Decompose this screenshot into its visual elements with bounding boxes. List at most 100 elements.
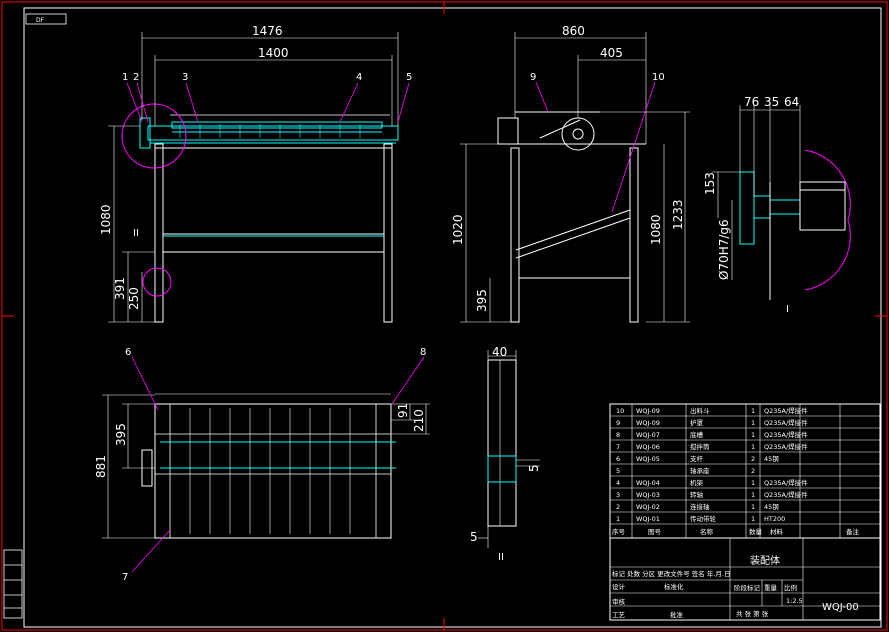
drawing-scale: 1:2.5 — [786, 597, 803, 605]
title-block: 装配体 WQJ-00 1:2.5 标记 处数 分区 更改文件号 签名 年.月.日… — [609, 537, 881, 621]
dim-side-width: 860 — [562, 24, 585, 38]
dim-side-height-right: 1233 — [671, 199, 685, 230]
bom-no: 9 — [616, 419, 620, 427]
bom-qty: 1 — [751, 479, 755, 487]
drawing-number: WQJ-00 — [822, 602, 859, 613]
bom-code: WQJ-06 — [636, 443, 660, 451]
dim-detail-d2: 35 — [764, 95, 779, 109]
assembly-drawing: DF II 1476 1400 1080 391 250 1 2 3 4 5 8… — [1, 1, 888, 631]
part-label-2: 2 — [133, 72, 139, 83]
bom-name: 护罩 — [690, 418, 704, 427]
part-label-1: 1 — [122, 72, 128, 83]
detail-view: 76 35 64 153 Ø70H7/g6 I — [703, 95, 851, 315]
dim-overall-width: 1476 — [252, 24, 283, 38]
part-label-7: 7 — [122, 572, 128, 583]
part-label-8: 8 — [420, 347, 426, 358]
dim-plan-height: 881 — [94, 455, 108, 478]
bom-no: 6 — [616, 455, 620, 463]
detail-circle-II — [142, 267, 172, 297]
part-label-10: 10 — [652, 72, 665, 83]
revision-row: 标记 处数 分区 更改文件号 签名 年.月.日 — [612, 569, 730, 578]
bom-no: 2 — [616, 503, 620, 511]
detail-circle-I — [121, 103, 187, 169]
dim-side-height-mid: 1080 — [649, 214, 663, 245]
bom-name: 机架 — [690, 478, 704, 487]
section-view: 40 5 5 II — [470, 345, 541, 563]
bom-header-note: 备注 — [846, 527, 860, 536]
part-label-4: 4 — [356, 72, 362, 83]
dim-detail-height: 153 — [703, 172, 717, 195]
stage-label: 阶段标记 — [734, 583, 761, 592]
dim-height: 1080 — [99, 204, 113, 235]
bom-name: 转轴 — [690, 490, 704, 499]
bom-qty: 2 — [751, 467, 755, 475]
bom-header-name: 名称 — [700, 527, 714, 536]
bom-material: Q235A/焊接件 — [764, 430, 808, 439]
bom-name: 出料斗 — [690, 406, 710, 415]
bom-name: 支杆 — [690, 454, 704, 463]
dim-foot-height: 250 — [127, 287, 141, 310]
bom-no: 7 — [616, 443, 620, 451]
bom-qty: 1 — [751, 407, 755, 415]
rotor-hub — [561, 117, 595, 151]
bom-name: 底槽 — [690, 430, 704, 439]
drawing-title: 装配体 — [750, 554, 780, 567]
bom-material: Q235A/焊接件 — [764, 406, 808, 415]
bom-header-no: 序号 — [612, 527, 626, 536]
part-label-6: 6 — [125, 347, 131, 358]
left-strip — [3, 549, 23, 619]
dim-leg-height: 391 — [113, 277, 127, 300]
bom-qty: 1 — [751, 503, 755, 511]
bom-code: WQJ-04 — [636, 479, 660, 487]
standard-label: 标准化 — [664, 582, 684, 591]
bom-qty: 1 — [751, 419, 755, 427]
side-view: 860 405 1020 1080 1233 395 9 10 — [451, 24, 690, 323]
bom-no: 10 — [616, 407, 624, 415]
bom-qty: 1 — [751, 443, 755, 451]
bom-table: 10 WQJ-09 出料斗 1 Q235A/焊接件 9 WQJ-09 护罩 1 Q235A/焊接件… — [609, 403, 881, 539]
dim-side-half: 405 — [600, 46, 623, 60]
dim-detail-d1: 76 — [744, 95, 759, 109]
dim-plan-right-mid: 210 — [412, 409, 426, 432]
corner-tag: DF — [36, 17, 45, 24]
process-label: 工艺 — [612, 611, 626, 619]
section-mark-II: II — [498, 552, 504, 563]
bom-code: WQJ-01 — [636, 515, 660, 523]
dim-plan-inner-height: 395 — [114, 423, 128, 446]
bom-no: 3 — [616, 491, 620, 499]
dim-side-bottom: 395 — [475, 289, 489, 312]
dim-detail-d3: 64 — [784, 95, 799, 109]
sheets-label: 共 张 第 张 — [736, 609, 769, 618]
dim-section-width: 40 — [492, 345, 507, 359]
bom-no: 1 — [616, 515, 620, 523]
bom-qty: 1 — [751, 431, 755, 439]
dim-inner-width: 1400 — [258, 46, 289, 60]
bom-material: Q235A/焊接件 — [764, 418, 808, 427]
bom-code: WQJ-07 — [636, 431, 660, 439]
bom-code: WQJ-02 — [636, 503, 660, 511]
bom-code: WQJ-03 — [636, 491, 660, 499]
part-label-3: 3 — [182, 72, 188, 83]
bom-material: HT200 — [764, 515, 785, 523]
bom-header-material: 材料 — [770, 527, 784, 536]
bom-qty: 1 — [751, 491, 755, 499]
bom-qty: 2 — [751, 455, 755, 463]
part-label-9: 9 — [530, 72, 536, 83]
plan-view: 881 395 91 210 6 7 8 — [94, 347, 430, 583]
bom-material: 45钢 — [764, 455, 779, 463]
bom-no: 8 — [616, 431, 620, 439]
bom-header-code: 图号 — [648, 528, 662, 536]
bom-name: 搅拌筒 — [690, 442, 710, 451]
bom-material: Q235A/焊接件 — [764, 490, 808, 499]
bom-code: WQJ-05 — [636, 455, 660, 463]
ratio-label: 比例 — [784, 583, 797, 592]
corner-tag-box — [25, 13, 67, 25]
dim-plan-right-top: 91 — [396, 403, 410, 418]
bom-no: 4 — [616, 479, 620, 487]
front-view: II 1476 1400 1080 391 250 1 2 3 4 5 — [99, 24, 412, 323]
approve-label: 批准 — [670, 610, 684, 619]
part-label-5: 5 — [406, 72, 412, 83]
bom-qty: 1 — [751, 515, 755, 523]
dim-section-gap: 5 — [527, 464, 541, 472]
bom-code: WQJ-09 — [636, 407, 660, 415]
